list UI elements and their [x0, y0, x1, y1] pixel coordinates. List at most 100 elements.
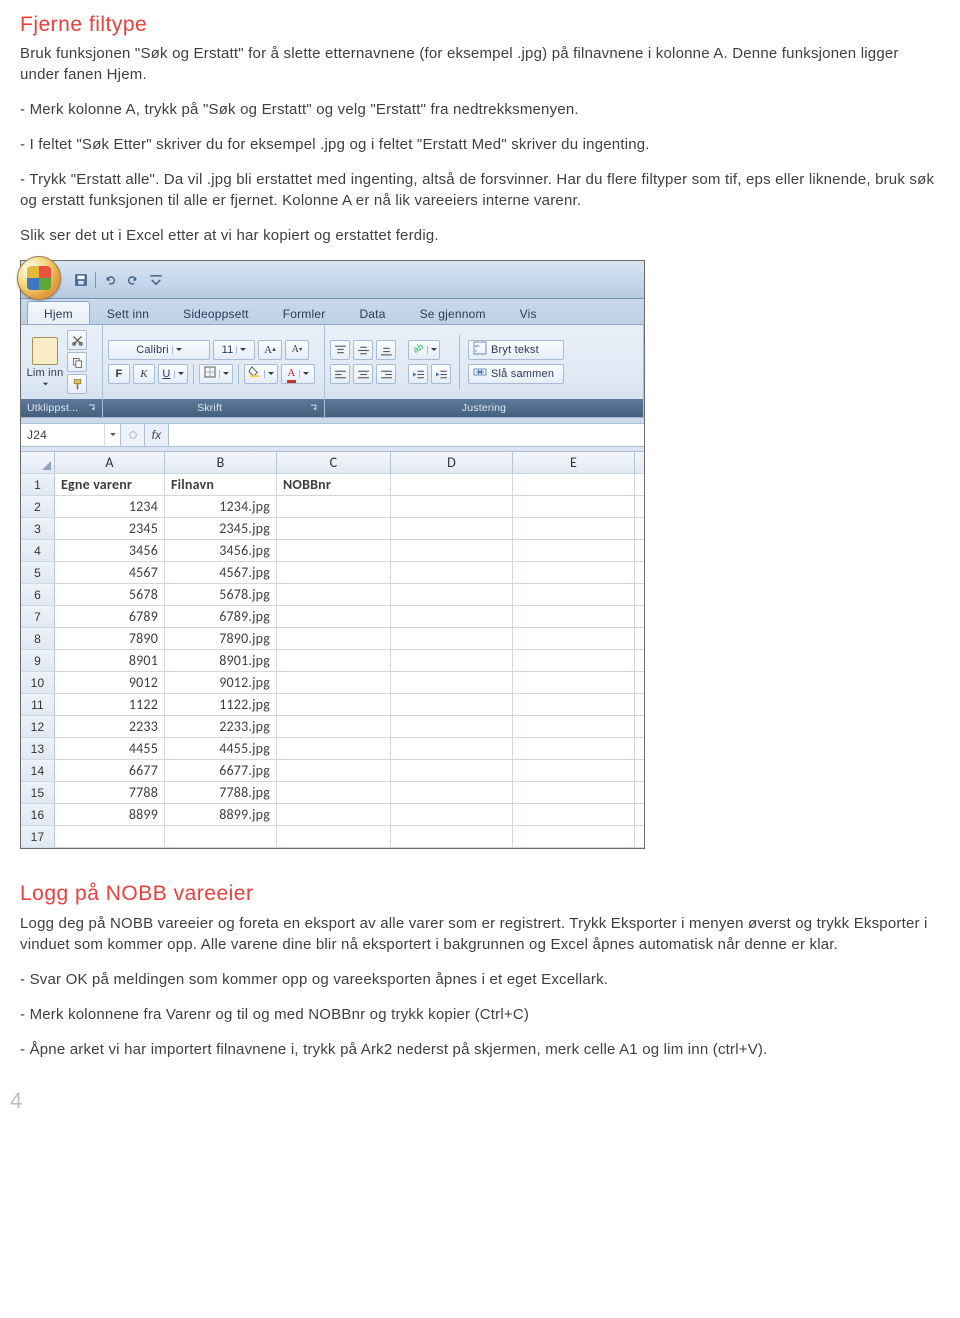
cell[interactable]: 9012 — [55, 672, 165, 693]
table-row[interactable]: 323452345.jpg — [21, 518, 644, 540]
cell[interactable] — [513, 804, 635, 825]
row-header[interactable]: 11 — [21, 694, 55, 715]
table-row[interactable]: 17 — [21, 826, 644, 848]
col-header-c[interactable]: C — [277, 452, 391, 473]
col-header-a[interactable]: A — [55, 452, 165, 473]
fx-button[interactable]: fx — [145, 424, 169, 446]
row-header[interactable]: 9 — [21, 650, 55, 671]
col-header-d[interactable]: D — [391, 452, 513, 473]
cell[interactable] — [391, 782, 513, 803]
tab-sett-inn[interactable]: Sett inn — [90, 301, 166, 324]
fill-color-button[interactable] — [244, 364, 278, 384]
cell[interactable] — [513, 716, 635, 737]
row-header[interactable]: 17 — [21, 826, 55, 847]
row-header[interactable]: 13 — [21, 738, 55, 759]
paste-button[interactable]: Lim inn — [26, 337, 64, 388]
align-middle-button[interactable] — [353, 340, 373, 360]
cell[interactable] — [391, 562, 513, 583]
italic-button[interactable]: K — [133, 364, 155, 384]
cell[interactable] — [55, 826, 165, 847]
row-header[interactable]: 1 — [21, 474, 55, 495]
table-row[interactable]: 545674567.jpg — [21, 562, 644, 584]
cell[interactable]: 6677.jpg — [165, 760, 277, 781]
table-row[interactable]: 656785678.jpg — [21, 584, 644, 606]
cell[interactable]: 6789.jpg — [165, 606, 277, 627]
cell[interactable] — [391, 650, 513, 671]
cell[interactable]: NOBBnr — [277, 474, 391, 495]
table-row[interactable]: 1090129012.jpg — [21, 672, 644, 694]
table-row[interactable]: 767896789.jpg — [21, 606, 644, 628]
table-row[interactable]: 1344554455.jpg — [21, 738, 644, 760]
row-header[interactable]: 15 — [21, 782, 55, 803]
cell[interactable]: 3456 — [55, 540, 165, 561]
cell[interactable] — [513, 826, 635, 847]
font-name-select[interactable]: Calibri — [108, 340, 210, 360]
cell[interactable] — [391, 474, 513, 495]
orientation-button[interactable]: ab — [408, 340, 440, 360]
cell[interactable] — [513, 518, 635, 539]
cut-icon[interactable] — [67, 330, 87, 350]
col-header-b[interactable]: B — [165, 452, 277, 473]
row-header[interactable]: 4 — [21, 540, 55, 561]
select-all-cell[interactable] — [21, 452, 55, 473]
cell[interactable]: 1234 — [55, 496, 165, 517]
cell[interactable]: 4567 — [55, 562, 165, 583]
tab-formler[interactable]: Formler — [266, 301, 343, 324]
tab-vis[interactable]: Vis — [503, 301, 554, 324]
chevron-down-icon[interactable] — [104, 424, 120, 446]
wrap-text-button[interactable]: abc Bryt tekst — [468, 340, 564, 360]
cell[interactable]: Filnavn — [165, 474, 277, 495]
formula-input[interactable] — [169, 424, 644, 446]
tab-se-gjennom[interactable]: Se gjennom — [403, 301, 503, 324]
row-header[interactable]: 5 — [21, 562, 55, 583]
underline-button[interactable]: U — [158, 364, 188, 384]
cell[interactable] — [277, 650, 391, 671]
row-header[interactable]: 12 — [21, 716, 55, 737]
cell[interactable] — [513, 694, 635, 715]
cell[interactable] — [391, 584, 513, 605]
row-header[interactable]: 6 — [21, 584, 55, 605]
cell[interactable] — [391, 760, 513, 781]
align-bottom-button[interactable] — [376, 340, 396, 360]
qat-dropdown-icon[interactable] — [146, 270, 166, 290]
col-header-e[interactable]: E — [513, 452, 635, 473]
cell[interactable] — [391, 606, 513, 627]
cell[interactable] — [513, 562, 635, 583]
cell[interactable] — [513, 738, 635, 759]
cell[interactable] — [513, 650, 635, 671]
shrink-font-button[interactable]: A▾ — [285, 340, 309, 360]
align-center-button[interactable] — [353, 364, 373, 384]
cell[interactable] — [277, 496, 391, 517]
bold-button[interactable]: F — [108, 364, 130, 384]
name-box[interactable]: J24 — [21, 424, 121, 446]
cell[interactable] — [513, 760, 635, 781]
cell[interactable] — [277, 826, 391, 847]
cell[interactable] — [391, 518, 513, 539]
cell[interactable] — [277, 804, 391, 825]
cell[interactable] — [391, 738, 513, 759]
align-left-button[interactable] — [330, 364, 350, 384]
cell[interactable] — [391, 628, 513, 649]
cell[interactable] — [277, 760, 391, 781]
expand-formula-icon[interactable] — [121, 424, 145, 446]
row-header[interactable]: 14 — [21, 760, 55, 781]
row-header[interactable]: 3 — [21, 518, 55, 539]
redo-icon[interactable] — [123, 270, 143, 290]
cell[interactable] — [277, 694, 391, 715]
row-header[interactable]: 7 — [21, 606, 55, 627]
cell[interactable]: 7788 — [55, 782, 165, 803]
row-header[interactable]: 16 — [21, 804, 55, 825]
cell[interactable] — [277, 672, 391, 693]
cell[interactable]: 6789 — [55, 606, 165, 627]
cell[interactable] — [513, 540, 635, 561]
cell[interactable] — [391, 496, 513, 517]
grow-font-button[interactable]: A▴ — [258, 340, 282, 360]
align-right-button[interactable] — [376, 364, 396, 384]
cell[interactable] — [391, 694, 513, 715]
format-painter-icon[interactable] — [67, 374, 87, 394]
table-row[interactable]: 1688998899.jpg — [21, 804, 644, 826]
cell[interactable]: 2233.jpg — [165, 716, 277, 737]
cell[interactable]: 8899 — [55, 804, 165, 825]
cell[interactable]: 6677 — [55, 760, 165, 781]
cell[interactable]: 7890.jpg — [165, 628, 277, 649]
